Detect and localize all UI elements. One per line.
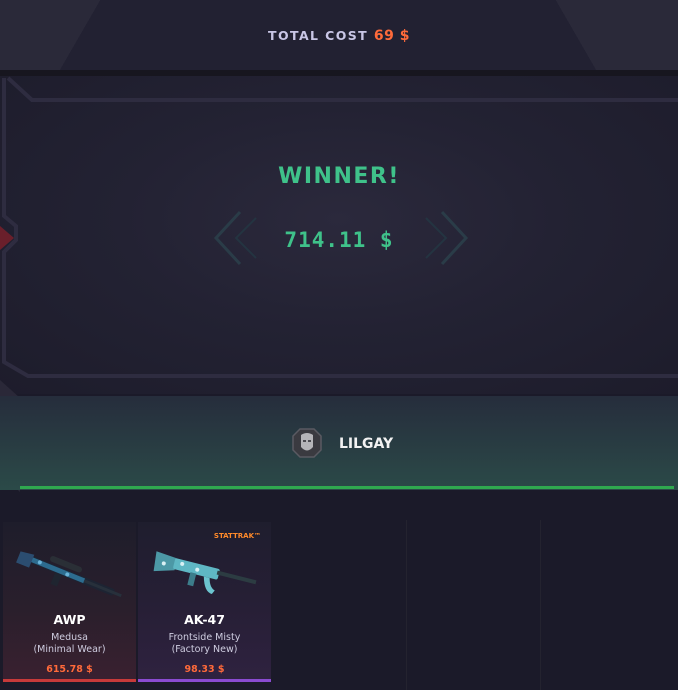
item-price: 98.33 $: [184, 664, 225, 675]
winner-title: WINNER!: [278, 164, 400, 189]
item-price: 615.78 $: [46, 664, 93, 675]
item-weapon-name: AK-47: [184, 612, 225, 627]
ak47-rifle-icon: [153, 551, 257, 594]
winner-amount: 714.11 $: [284, 228, 394, 252]
winner-panel: WINNER! 714.11 $: [0, 76, 678, 394]
empty-item-slot: [272, 520, 407, 690]
item-skin-name: Medusa (Minimal Wear): [3, 632, 136, 656]
empty-item-slot: [406, 520, 541, 690]
winner-band-underline: [20, 486, 674, 489]
item-card-awp[interactable]: AWP Medusa (Minimal Wear) 615.78 $: [3, 522, 136, 682]
won-items: AWP Medusa (Minimal Wear) 615.78 $ STATT…: [0, 492, 678, 690]
total-cost-value: 69 $: [373, 28, 410, 44]
player-avatar[interactable]: [291, 427, 323, 459]
total-cost-bar: TOTAL COST 69 $: [0, 0, 678, 70]
rarity-bar: [3, 679, 136, 682]
player-name[interactable]: LILGAY: [339, 436, 393, 452]
item-skin-line: Frontside Misty: [168, 632, 241, 643]
stattrak-badge: STATTRAK™: [213, 532, 261, 540]
item-card-ak47[interactable]: STATTRAK™ AK-47 Frontside Misty (Factory…: [138, 522, 271, 682]
awp-rifle-icon: [16, 551, 122, 598]
total-cost: TOTAL COST 69 $: [0, 28, 678, 44]
empty-item-slot: [540, 520, 674, 690]
item-skin-name: Frontside Misty (Factory New): [138, 632, 271, 656]
total-cost-label: TOTAL COST: [268, 28, 369, 43]
item-skin-line: Medusa: [51, 632, 88, 643]
item-skin-condition: (Minimal Wear): [33, 644, 106, 655]
item-skin-condition: (Factory New): [171, 644, 238, 655]
rarity-bar: [138, 679, 271, 682]
item-weapon-name: AWP: [53, 612, 86, 627]
